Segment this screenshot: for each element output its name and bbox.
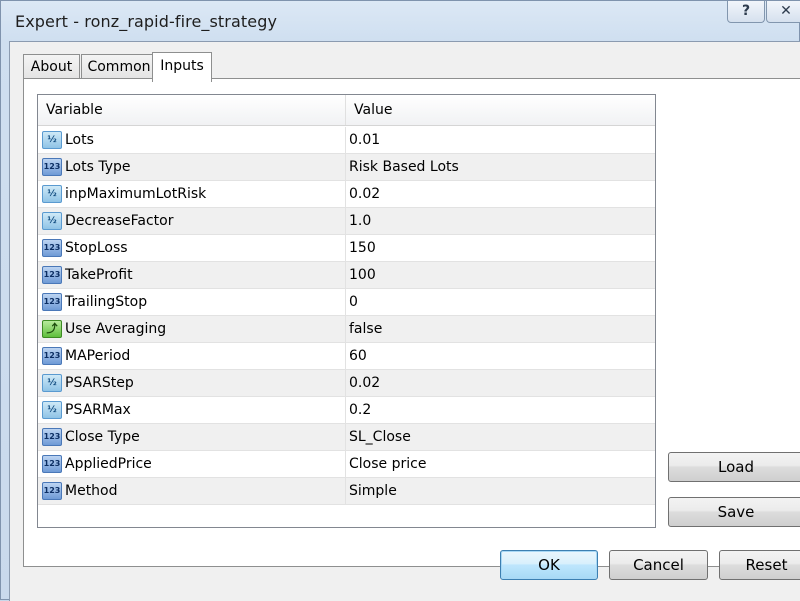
variable-name: AppliedPrice — [65, 456, 152, 472]
table-row[interactable]: ½ PSARMax 0.2 — [38, 397, 655, 424]
variable-name: TrailingStop — [65, 294, 148, 310]
save-button[interactable]: Save — [668, 497, 800, 527]
variable-name: Use Averaging — [65, 321, 167, 337]
table-row[interactable]: 123 Method Simple — [38, 478, 655, 505]
variable-cell: ⤴ Use Averaging — [38, 316, 346, 342]
inputs-grid: Variable Value ½ Lots 0.01 123 Lots Type Risk… — [37, 94, 656, 528]
variable-name: DecreaseFactor — [65, 213, 174, 229]
table-row[interactable]: ⤴ Use Averaging false — [38, 316, 655, 343]
variable-cell: ½ DecreaseFactor — [38, 208, 346, 234]
value-cell[interactable]: Close price — [349, 451, 426, 477]
fraction-type-icon: ½ — [42, 374, 62, 392]
variable-name: inpMaximumLotRisk — [65, 186, 207, 202]
reset-button[interactable]: Reset — [719, 550, 800, 580]
tab-inputs[interactable]: Inputs — [152, 52, 212, 82]
value-cell[interactable]: 60 — [349, 343, 367, 369]
variable-cell: ½ inpMaximumLotRisk — [38, 181, 346, 207]
variable-cell: 123 Method — [38, 478, 346, 504]
variable-cell: 123 MAPeriod — [38, 343, 346, 369]
variable-name: Lots Type — [65, 159, 131, 175]
value-column-header[interactable]: Value — [346, 95, 655, 125]
table-row[interactable]: ½ inpMaximumLotRisk 0.02 — [38, 181, 655, 208]
tab-about[interactable]: About — [23, 54, 80, 80]
variable-cell: 123 TakeProfit — [38, 262, 346, 288]
integer-type-icon: 123 — [42, 428, 62, 446]
value-cell[interactable]: 0.01 — [349, 127, 380, 153]
tab-common[interactable]: Common — [81, 54, 157, 80]
load-button[interactable]: Load — [668, 452, 800, 482]
fraction-type-icon: ½ — [42, 185, 62, 203]
cancel-button[interactable]: Cancel — [609, 550, 708, 580]
value-cell[interactable]: 0 — [349, 289, 358, 315]
window-title: Expert - ronz_rapid-fire_strategy — [15, 12, 278, 31]
ok-button[interactable]: OK — [500, 550, 598, 580]
variable-cell: 123 TrailingStop — [38, 289, 346, 315]
value-cell[interactable]: SL_Close — [349, 424, 411, 450]
variable-cell: 123 StopLoss — [38, 235, 346, 261]
variable-cell: 123 Close Type — [38, 424, 346, 450]
integer-type-icon: 123 — [42, 347, 62, 365]
table-row[interactable]: 123 StopLoss 150 — [38, 235, 655, 262]
variable-name: Lots — [65, 132, 94, 148]
variable-cell: 123 AppliedPrice — [38, 451, 346, 477]
integer-type-icon: 123 — [42, 266, 62, 284]
variable-name: Close Type — [65, 429, 140, 445]
variable-name: MAPeriod — [65, 348, 131, 364]
integer-type-icon: 123 — [42, 293, 62, 311]
value-cell[interactable]: false — [349, 316, 382, 342]
table-row[interactable]: ½ PSARStep 0.02 — [38, 370, 655, 397]
variable-name: StopLoss — [65, 240, 128, 256]
variable-cell: ½ PSARStep — [38, 370, 346, 396]
variable-cell: ½ PSARMax — [38, 397, 346, 423]
value-cell[interactable]: Risk Based Lots — [349, 154, 459, 180]
integer-type-icon: 123 — [42, 239, 62, 257]
table-row[interactable]: 123 TrailingStop 0 — [38, 289, 655, 316]
variable-name: Method — [65, 483, 118, 499]
integer-type-icon: 123 — [42, 455, 62, 473]
table-row[interactable]: 123 TakeProfit 100 — [38, 262, 655, 289]
variable-name: PSARStep — [65, 375, 134, 391]
value-cell[interactable]: 0.2 — [349, 397, 371, 423]
fraction-type-icon: ½ — [42, 131, 62, 149]
variable-name: TakeProfit — [65, 267, 133, 283]
variable-name: PSARMax — [65, 402, 131, 418]
table-row[interactable]: 123 Lots Type Risk Based Lots — [38, 154, 655, 181]
value-cell[interactable]: 0.02 — [349, 181, 380, 207]
help-button[interactable]: ? — [727, 1, 765, 23]
table-row[interactable]: 123 Close Type SL_Close — [38, 424, 655, 451]
variable-cell: ½ Lots — [38, 127, 346, 153]
grid-header: Variable Value — [38, 95, 655, 126]
value-cell[interactable]: Simple — [349, 478, 397, 504]
boolean-type-icon: ⤴ — [42, 320, 62, 338]
integer-type-icon: 123 — [42, 158, 62, 176]
table-row[interactable]: 123 AppliedPrice Close price — [38, 451, 655, 478]
close-button[interactable]: ✕ — [766, 1, 800, 23]
table-row[interactable]: ½ DecreaseFactor 1.0 — [38, 208, 655, 235]
fraction-type-icon: ½ — [42, 212, 62, 230]
expert-properties-dialog: Expert - ronz_rapid-fire_strategy ? ✕ Ab… — [0, 0, 800, 601]
variable-column-header[interactable]: Variable — [38, 95, 346, 125]
title-bar[interactable]: Expert - ronz_rapid-fire_strategy ? ✕ — [1, 1, 800, 41]
table-row[interactable]: 123 MAPeriod 60 — [38, 343, 655, 370]
value-cell[interactable]: 100 — [349, 262, 376, 288]
integer-type-icon: 123 — [42, 482, 62, 500]
value-cell[interactable]: 150 — [349, 235, 376, 261]
value-cell[interactable]: 0.02 — [349, 370, 380, 396]
table-row[interactable]: ½ Lots 0.01 — [38, 127, 655, 154]
value-cell[interactable]: 1.0 — [349, 208, 371, 234]
fraction-type-icon: ½ — [42, 401, 62, 419]
variable-cell: 123 Lots Type — [38, 154, 346, 180]
